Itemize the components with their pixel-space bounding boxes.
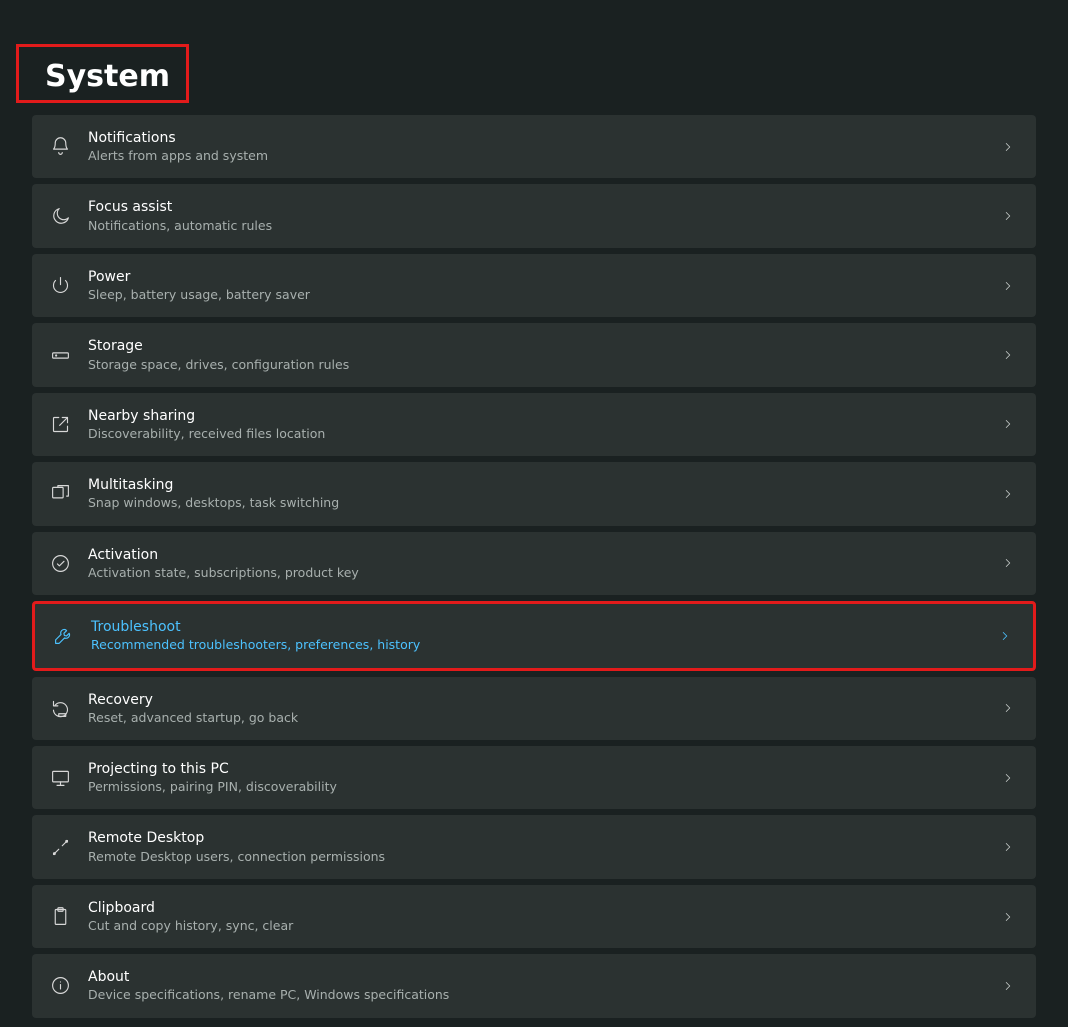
settings-item-texts: MultitaskingSnap windows, desktops, task…	[88, 476, 998, 511]
settings-item-subtitle: Permissions, pairing PIN, discoverabilit…	[88, 779, 998, 795]
settings-item-power[interactable]: PowerSleep, battery usage, battery saver	[32, 254, 1036, 317]
settings-item-subtitle: Sleep, battery usage, battery saver	[88, 287, 998, 303]
settings-item-subtitle: Reset, advanced startup, go back	[88, 710, 998, 726]
settings-item-texts: TroubleshootRecommended troubleshooters,…	[91, 618, 995, 653]
settings-item-title: About	[88, 968, 998, 986]
settings-item-activation[interactable]: ActivationActivation state, subscription…	[32, 532, 1036, 595]
chevron-right-icon	[998, 417, 1018, 431]
settings-item-subtitle: Notifications, automatic rules	[88, 218, 998, 234]
settings-item-title: Clipboard	[88, 899, 998, 917]
settings-item-title: Multitasking	[88, 476, 998, 494]
settings-item-title: Nearby sharing	[88, 407, 998, 425]
settings-item-title: Power	[88, 268, 998, 286]
bell-icon	[50, 135, 88, 159]
settings-item-texts: Focus assist Notifications, automatic rul…	[88, 198, 998, 233]
chevron-right-icon	[995, 629, 1015, 643]
settings-item-subtitle: Recommended troubleshooters, preferences…	[91, 637, 995, 653]
chevron-right-icon	[998, 348, 1018, 362]
remote-icon	[50, 835, 88, 859]
settings-item-texts: PowerSleep, battery usage, battery saver	[88, 268, 998, 303]
settings-item-title: Troubleshoot	[91, 618, 995, 636]
chevron-right-icon	[998, 556, 1018, 570]
check-circle-icon	[50, 551, 88, 575]
recovery-icon	[50, 696, 88, 720]
project-icon	[50, 766, 88, 790]
moon-icon	[50, 204, 88, 228]
settings-item-texts: RecoveryReset, advanced startup, go back	[88, 691, 998, 726]
settings-item-nearby-sharing[interactable]: Nearby sharingDiscoverability, received …	[32, 393, 1036, 456]
settings-item-texts: Storage Storage space, drives, configurat…	[88, 337, 998, 372]
settings-item-texts: Nearby sharingDiscoverability, received …	[88, 407, 998, 442]
chevron-right-icon	[998, 910, 1018, 924]
chevron-right-icon	[998, 979, 1018, 993]
chevron-right-icon	[998, 209, 1018, 223]
settings-item-notifications[interactable]: NotificationsAlerts from apps and system	[32, 115, 1036, 178]
settings-item-recovery[interactable]: RecoveryReset, advanced startup, go back	[32, 677, 1036, 740]
chevron-right-icon	[998, 771, 1018, 785]
settings-item-subtitle: Discoverability, received files location	[88, 426, 998, 442]
settings-item-title: Recovery	[88, 691, 998, 709]
settings-item-about[interactable]: AboutDevice specifications, rename PC, W…	[32, 954, 1036, 1017]
chevron-right-icon	[998, 701, 1018, 715]
share-icon	[50, 412, 88, 436]
settings-item-subtitle: Storage space, drives, configuration rul…	[88, 357, 998, 373]
settings-item-subtitle: Alerts from apps and system	[88, 148, 998, 164]
settings-item-texts: ClipboardCut and copy history, sync, cle…	[88, 899, 998, 934]
info-icon	[50, 974, 88, 998]
settings-item-texts: AboutDevice specifications, rename PC, W…	[88, 968, 998, 1003]
storage-icon	[50, 343, 88, 367]
settings-item-multitasking[interactable]: MultitaskingSnap windows, desktops, task…	[32, 462, 1036, 525]
power-icon	[50, 274, 88, 298]
settings-item-title: Remote Desktop	[88, 829, 998, 847]
settings-item-clipboard[interactable]: ClipboardCut and copy history, sync, cle…	[32, 885, 1036, 948]
settings-item-subtitle: Remote Desktop users, connection permiss…	[88, 849, 998, 865]
settings-item-projecting[interactable]: Projecting to this PCPermissions, pairin…	[32, 746, 1036, 809]
settings-item-title: Projecting to this PC	[88, 760, 998, 778]
settings-item-title: Focus assist	[88, 198, 998, 216]
settings-item-texts: Remote Desktop Remote Desktop users, conn…	[88, 829, 998, 864]
settings-item-texts: ActivationActivation state, subscription…	[88, 546, 998, 581]
clipboard-icon	[50, 905, 88, 929]
settings-item-subtitle: Snap windows, desktops, task switching	[88, 495, 998, 511]
settings-item-focus-assist[interactable]: Focus assist Notifications, automatic rul…	[32, 184, 1036, 247]
chevron-right-icon	[998, 840, 1018, 854]
chevron-right-icon	[998, 279, 1018, 293]
multitask-icon	[50, 482, 88, 506]
settings-item-texts: Projecting to this PCPermissions, pairin…	[88, 760, 998, 795]
chevron-right-icon	[998, 140, 1018, 154]
settings-item-remote-desktop[interactable]: Remote Desktop Remote Desktop users, conn…	[32, 815, 1036, 878]
settings-item-troubleshoot[interactable]: TroubleshootRecommended troubleshooters,…	[32, 601, 1036, 670]
settings-item-texts: NotificationsAlerts from apps and system	[88, 129, 998, 164]
wrench-icon	[53, 624, 91, 648]
settings-item-subtitle: Device specifications, rename PC, Window…	[88, 987, 998, 1003]
settings-list: NotificationsAlerts from apps and system…	[0, 115, 1068, 1018]
settings-item-subtitle: Activation state, subscriptions, product…	[88, 565, 998, 581]
page-title: System	[16, 44, 189, 103]
chevron-right-icon	[998, 487, 1018, 501]
settings-item-title: Activation	[88, 546, 998, 564]
settings-item-storage[interactable]: Storage Storage space, drives, configurat…	[32, 323, 1036, 386]
settings-item-title: Storage	[88, 337, 998, 355]
settings-item-subtitle: Cut and copy history, sync, clear	[88, 918, 998, 934]
settings-item-title: Notifications	[88, 129, 998, 147]
